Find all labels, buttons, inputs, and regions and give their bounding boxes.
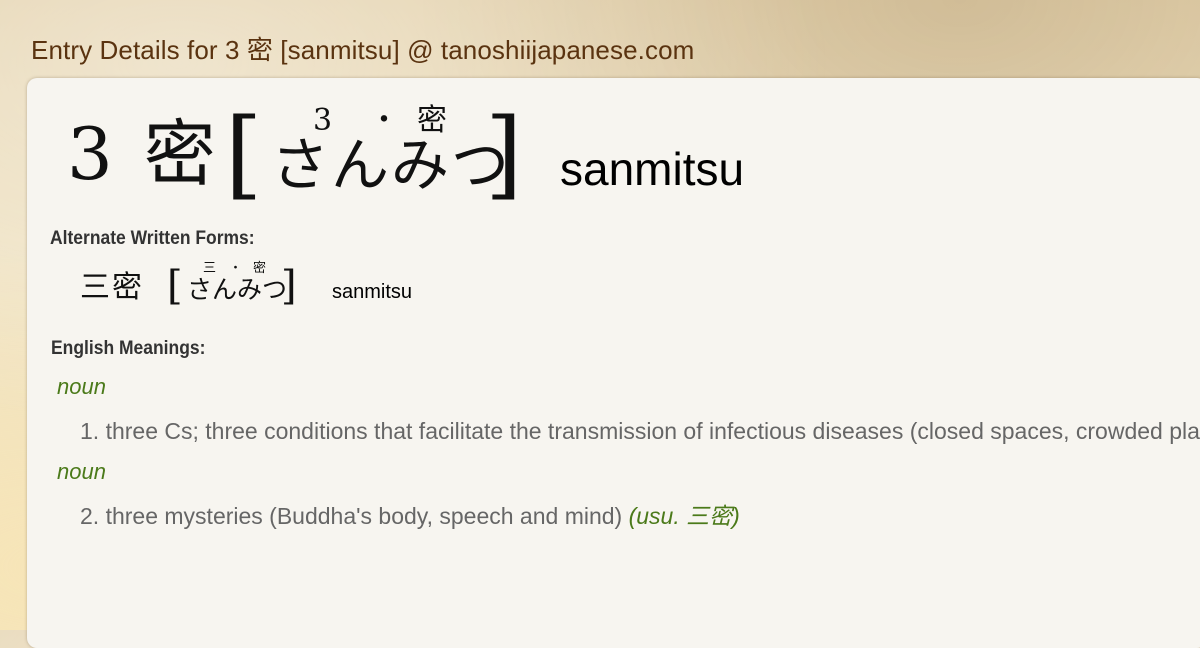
headword-kanji: 3 密	[67, 112, 220, 196]
meaning-2-number: 2.	[80, 503, 100, 529]
alternate-form-bracket-close: ]	[281, 263, 297, 309]
headword-kana: さんみつ	[271, 131, 512, 199]
usage-tag-open: (usu.	[628, 503, 687, 529]
headword-romaji: sanmitsu	[560, 143, 745, 195]
meaning-2-part-of-speech: noun	[57, 459, 106, 484]
entry-card: 3 密 [ 3 ・ 密 さんみつ ] sanmitsu Alternate Wr…	[27, 78, 1200, 648]
alternate-form-romaji: sanmitsu	[332, 281, 413, 303]
headword-bracket-open: [	[225, 98, 263, 210]
meaning-1-number: 1.	[80, 418, 100, 444]
meaning-2-usage-tag: (usu. 三密)	[629, 503, 740, 529]
alternate-form-furigana-3: 密	[253, 261, 267, 276]
meaning-1-text: three Cs; three conditions that facilita…	[105, 418, 1200, 444]
alternate-form-kanji: 三密	[80, 270, 144, 305]
alternate-form-furigana-1: 三	[203, 261, 217, 276]
usage-tag-close: )	[732, 503, 740, 529]
meaning-1: 1. three Cs; three conditions that facil…	[80, 420, 1200, 443]
alternate-form-furigana-2: ・	[229, 261, 243, 276]
headword-bracket-close: ]	[485, 98, 523, 210]
meaning-1-part-of-speech: noun	[57, 374, 106, 399]
meaning-2: 2. three mysteries (Buddha's body, speec…	[80, 505, 740, 529]
alternate-form-kana: さんみつ	[187, 275, 288, 304]
alternate-form-bracket-open: [	[167, 263, 183, 309]
usage-tag-kanji: 三密	[686, 504, 733, 530]
alternate-forms-label: Alternate Written Forms:	[50, 228, 255, 249]
meaning-2-text: three mysteries (Buddha's body, speech a…	[105, 503, 623, 529]
page-title: Entry Details for 3 密 [sanmitsu] @ tanos…	[31, 35, 695, 65]
english-meanings-label: English Meanings:	[51, 338, 206, 359]
